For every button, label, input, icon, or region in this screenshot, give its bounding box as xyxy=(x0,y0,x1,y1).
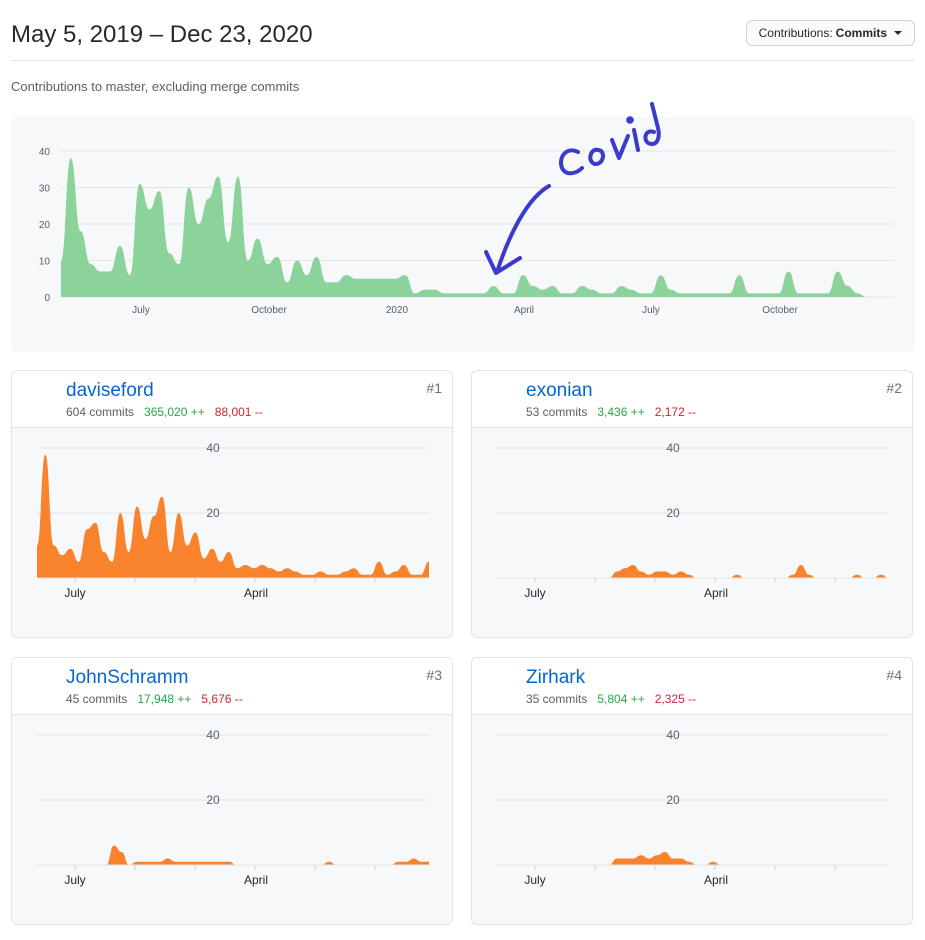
y-tick-label: 30 xyxy=(39,184,51,195)
y-tick-label: 0 xyxy=(44,293,50,304)
contributor-card: JohnSchramm 45 commits 17,948 ++ 5,676 -- #3… xyxy=(11,657,453,925)
dropdown-value: Commits xyxy=(835,26,887,40)
y-tick-label: 20 xyxy=(666,506,680,520)
x-tick-label: April xyxy=(244,586,268,600)
x-tick-label: October xyxy=(762,305,798,316)
contributor-card: exonian 53 commits 3,436 ++ 2,172 -- #2 40 20 J… xyxy=(471,370,913,638)
y-tick-label: 40 xyxy=(666,728,680,742)
contributor-chart: 40 20 July April xyxy=(37,728,429,887)
deletions-count: 2,325 -- xyxy=(654,692,697,706)
commit-count-link[interactable]: 35 commits xyxy=(526,692,587,706)
contributions-dropdown-button[interactable]: Contributions: Commits xyxy=(745,20,915,46)
deletions-count: 5,676 -- xyxy=(201,692,243,706)
rank-badge: #1 xyxy=(426,380,442,396)
main-commits-chart: 40 30 20 10 0 July October 2020 April July October xyxy=(11,117,915,352)
caret-down-icon xyxy=(894,31,902,35)
contributor-username-link[interactable]: JohnSchramm xyxy=(66,667,189,689)
dropdown-label: Contributions: xyxy=(758,26,833,40)
additions-count: 365,020 ++ xyxy=(144,405,205,419)
contributor-username-link[interactable]: Zirhark xyxy=(526,667,585,689)
contributor-username-link[interactable]: exonian xyxy=(526,380,593,402)
x-tick-label: 2020 xyxy=(386,305,409,316)
date-range-title: May 5, 2019 – Dec 23, 2020 xyxy=(11,21,313,48)
contributor-stats: 604 commits 365,020 ++ 88,001 -- xyxy=(66,405,263,419)
commit-count-link[interactable]: 53 commits xyxy=(526,405,587,419)
rank-badge: #3 xyxy=(426,667,442,683)
avatar[interactable] xyxy=(480,379,518,417)
contributor-chart: 40 20 July April xyxy=(37,441,429,600)
rank-badge: #4 xyxy=(886,667,902,683)
card-header: Zirhark 35 commits 5,804 ++ 2,325 -- #4 xyxy=(472,658,912,715)
additions-count: 5,804 ++ xyxy=(597,692,645,706)
y-tick-label: 10 xyxy=(39,257,51,268)
contributor-username-link[interactable]: daviseford xyxy=(66,380,154,402)
contributor-stats: 35 commits 5,804 ++ 2,325 -- xyxy=(526,692,696,706)
contributor-chart: 40 20 July April xyxy=(497,441,889,600)
card-header: daviseford 604 commits 365,020 ++ 88,001 --… xyxy=(12,371,452,428)
additions-count: 17,948 ++ xyxy=(137,692,192,706)
commit-count-link[interactable]: 604 commits xyxy=(66,405,134,419)
x-tick-label: July xyxy=(524,586,545,600)
contributor-card: Zirhark 35 commits 5,804 ++ 2,325 -- #4 40 20 J… xyxy=(471,657,913,925)
additions-count: 3,436 ++ xyxy=(597,405,645,419)
commits-area xyxy=(37,454,429,578)
avatar[interactable] xyxy=(20,379,58,417)
x-tick-label: April xyxy=(244,873,268,887)
x-tick-label: April xyxy=(514,305,534,316)
x-tick-label: July xyxy=(642,305,660,316)
deletions-count: 88,001 -- xyxy=(214,405,263,419)
x-tick-label: July xyxy=(64,586,85,600)
y-tick-label: 40 xyxy=(206,441,220,455)
y-tick-label: 20 xyxy=(206,793,220,807)
x-tick-label: July xyxy=(64,873,85,887)
x-tick-label: July xyxy=(524,873,545,887)
y-tick-label: 20 xyxy=(206,506,220,520)
x-tick-label: July xyxy=(132,305,150,316)
y-tick-label: 40 xyxy=(39,147,51,158)
avatar[interactable] xyxy=(480,666,518,704)
y-tick-label: 20 xyxy=(39,220,51,231)
deletions-count: 2,172 -- xyxy=(654,405,697,419)
page-header: May 5, 2019 – Dec 23, 2020 Contributions… xyxy=(11,18,915,61)
card-header: exonian 53 commits 3,436 ++ 2,172 -- #2 xyxy=(472,371,912,428)
commits-area xyxy=(497,852,889,865)
commits-area xyxy=(37,845,429,865)
avatar[interactable] xyxy=(20,666,58,704)
commit-count-link[interactable]: 45 commits xyxy=(66,692,127,706)
x-tick-label: April xyxy=(704,873,728,887)
y-tick-label: 40 xyxy=(206,728,220,742)
rank-badge: #2 xyxy=(886,380,902,396)
commits-area xyxy=(497,565,889,578)
commits-area xyxy=(61,158,877,297)
x-tick-label: October xyxy=(251,305,287,316)
y-tick-label: 20 xyxy=(666,793,680,807)
y-tick-label: 40 xyxy=(666,441,680,455)
contributor-chart: 40 20 July April xyxy=(497,728,889,887)
contributions-subtitle: Contributions to master, excluding merge… xyxy=(11,79,300,94)
main-chart-svg: 40 30 20 10 0 July October 2020 April July October xyxy=(39,147,894,316)
contributor-stats: 45 commits 17,948 ++ 5,676 -- xyxy=(66,692,243,706)
x-tick-label: April xyxy=(704,586,728,600)
contributor-card: daviseford 604 commits 365,020 ++ 88,001 --… xyxy=(11,370,453,638)
card-header: JohnSchramm 45 commits 17,948 ++ 5,676 -- #3 xyxy=(12,658,452,715)
contributor-stats: 53 commits 3,436 ++ 2,172 -- xyxy=(526,405,696,419)
